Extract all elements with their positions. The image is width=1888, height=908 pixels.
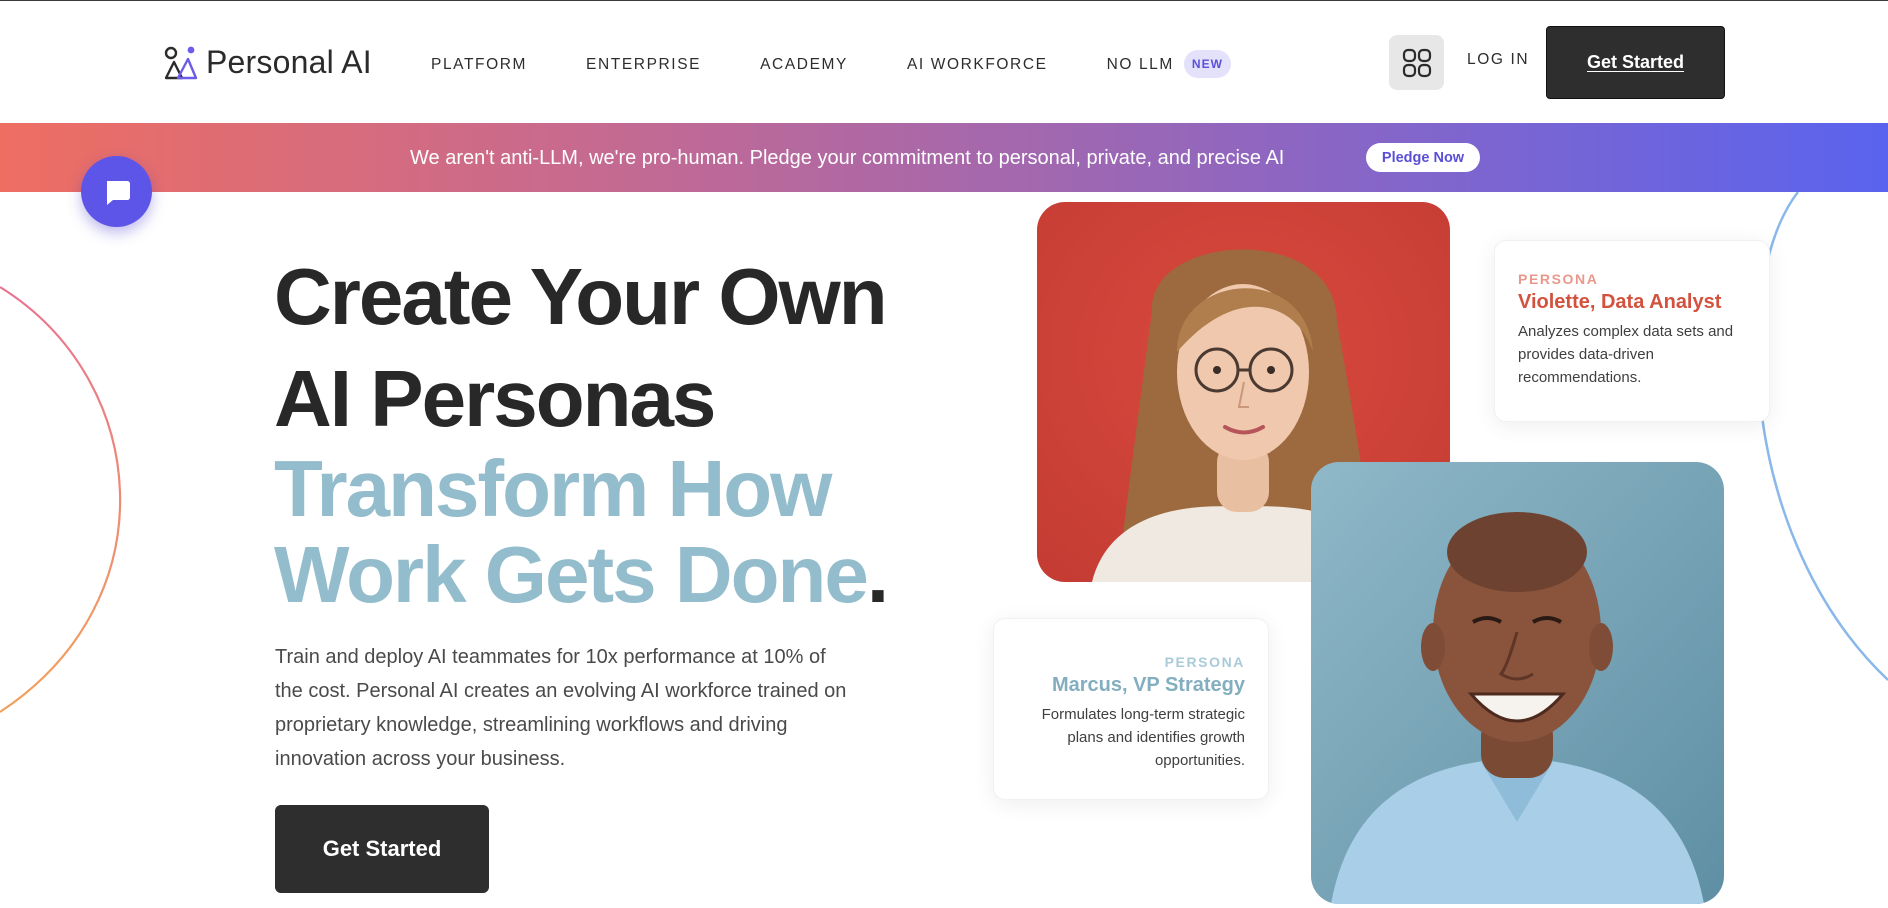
pledge-now-button[interactable]: Pledge Now (1366, 143, 1480, 172)
chat-bubble-icon (106, 180, 130, 205)
hero-title-line-2: AI Personas (274, 354, 716, 443)
hero-subtitle: Transform How Work Gets Done. (274, 444, 889, 619)
personal-ai-logo-icon (164, 46, 198, 79)
nav-enterprise[interactable]: ENTERPRISE (586, 56, 701, 74)
persona-description: Analyzes complex data sets and provides … (1518, 323, 1734, 386)
hero-description: Train and deploy AI teammates for 10x pe… (275, 646, 847, 770)
nav-ai-workforce[interactable]: AI WORKFORCE (907, 56, 1048, 74)
chat-widget-button[interactable] (81, 156, 152, 227)
persona-card-violette: PERSONA Violette, Data Analyst Analyzes … (1494, 240, 1770, 422)
persona-name: Marcus, VP Strategy (1051, 674, 1245, 696)
nav-academy[interactable]: ACADEMY (760, 56, 848, 74)
persona-card-marcus: PERSONA Marcus, VP Strategy Formulates l… (993, 618, 1269, 800)
nav-platform[interactable]: PLATFORM (431, 56, 527, 74)
brand-logo[interactable]: Personal AI (164, 44, 372, 81)
persona-kicker: PERSONA (1518, 271, 1599, 287)
new-badge: NEW (1183, 50, 1231, 78)
banner-text: We aren't anti-LLM, we're pro-human. Ple… (410, 147, 1285, 169)
announcement-banner: We aren't anti-LLM, we're pro-human. Ple… (0, 123, 1888, 192)
persona-photo-marcus (1311, 462, 1724, 904)
main-nav: PLATFORM ENTERPRISE ACADEMY AI WORKFORCE… (431, 50, 1231, 78)
site-header: Personal AI PLATFORM ENTERPRISE ACADEMY … (0, 0, 1888, 123)
apps-menu-button[interactable] (1389, 35, 1444, 90)
hero-title-line-1: Create Your Own (274, 252, 888, 341)
brand-name: Personal AI (206, 44, 372, 80)
hero-subtitle-line-2: Work Gets Done (274, 530, 869, 619)
nav-no-llm[interactable]: NO LLM (1107, 56, 1174, 74)
hero-subtitle-dot: . (866, 530, 889, 619)
hero-get-started-button[interactable]: Get Started (275, 805, 489, 893)
persona-kicker: PERSONA (1164, 654, 1245, 670)
persona-name: Violette, Data Analyst (1518, 291, 1722, 313)
header-get-started-button[interactable]: Get Started (1546, 26, 1725, 99)
hero-title: Create Your Own AI Personas (274, 246, 888, 450)
apps-grid-icon (1402, 48, 1431, 77)
persona-description: Formulates long-term strategic plans and… (1041, 706, 1245, 769)
hero-subtitle-line-1: Transform How (274, 444, 832, 533)
login-link[interactable]: LOG IN (1467, 51, 1529, 69)
